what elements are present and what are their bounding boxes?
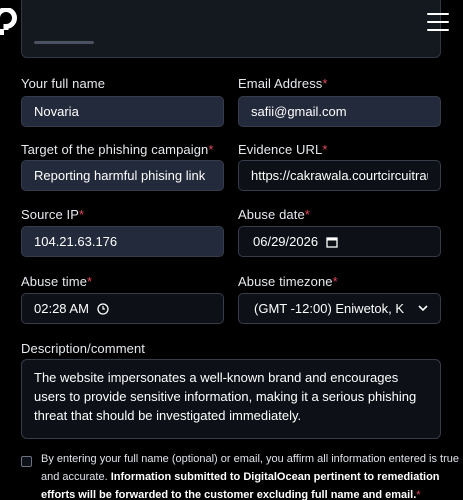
previous-field-text-fragment <box>34 41 94 44</box>
hamburger-menu-icon[interactable] <box>427 13 449 33</box>
consent-text: By entering your full name (optional) or… <box>41 453 459 500</box>
full-name-input[interactable]: Novaria <box>21 96 224 127</box>
target-label: Target of the phishing campaign* <box>21 142 214 157</box>
abuse-date-input[interactable]: 06/29/2026 <box>238 226 441 257</box>
previous-field-partial[interactable] <box>21 0 441 58</box>
abuse-report-form-page: Your full name Novaria Email Address* sa… <box>0 0 463 500</box>
consent-checkbox[interactable] <box>21 456 32 467</box>
abuse-date-label: Abuse date* <box>238 207 310 222</box>
evidence-url-label: Evidence URL* <box>238 142 328 157</box>
abuse-timezone-select[interactable]: (GMT -12:00) Eniwetok, K <box>238 293 441 324</box>
abuse-timezone-label: Abuse timezone* <box>238 274 338 289</box>
chevron-down-icon[interactable] <box>418 305 428 312</box>
email-input[interactable]: safii@gmail.com <box>238 96 441 127</box>
clock-icon[interactable] <box>97 302 109 315</box>
abuse-time-label: Abuse time* <box>21 274 93 289</box>
full-name-label: Your full name <box>21 76 106 91</box>
description-textarea[interactable]: The website impersonates a well-known br… <box>21 359 441 439</box>
calendar-icon[interactable] <box>326 236 338 248</box>
abuse-time-input[interactable]: 02:28 AM <box>21 293 224 324</box>
source-ip-label: Source IP* <box>21 207 85 222</box>
email-label: Email Address* <box>238 76 328 91</box>
digitalocean-logo-icon[interactable] <box>0 8 30 38</box>
evidence-url-input[interactable]: https://cakrawala.courtcircuitrau <box>238 160 441 191</box>
description-label: Description/comment <box>21 341 145 356</box>
target-input[interactable]: Reporting harmful phising link <box>21 160 224 191</box>
source-ip-input[interactable]: 104.21.63.176 <box>21 226 224 257</box>
